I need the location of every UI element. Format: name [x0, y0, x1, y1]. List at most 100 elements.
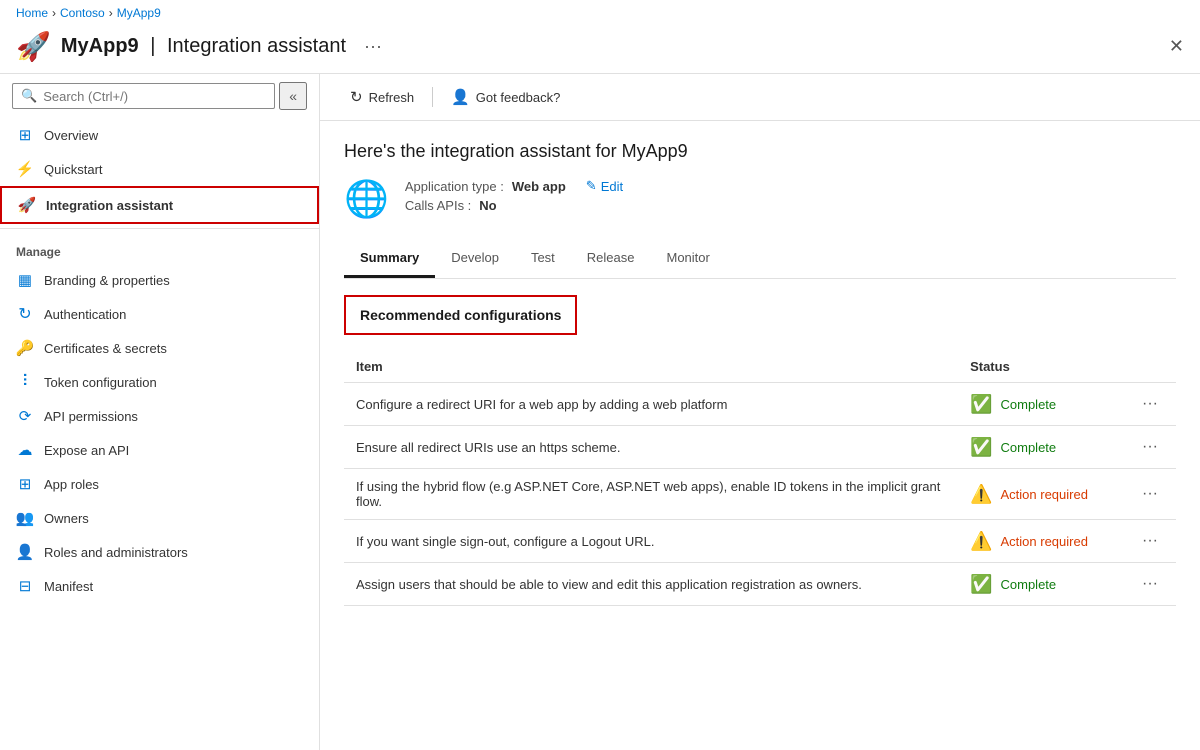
- feedback-button[interactable]: 👤 Got feedback?: [445, 84, 566, 110]
- close-button[interactable]: ✕: [1169, 36, 1184, 57]
- tab-develop[interactable]: Develop: [435, 240, 515, 278]
- sidebar-item-branding[interactable]: ▦ Branding & properties: [0, 263, 319, 297]
- status-text: Action required: [1001, 534, 1088, 549]
- sidebar-item-expose-api[interactable]: ☁ Expose an API: [0, 433, 319, 467]
- table-cell-status: ✅ Complete: [958, 563, 1124, 606]
- app-type-value: Web app: [512, 179, 566, 194]
- status-warning-icon: ⚠️: [970, 531, 992, 552]
- app-info: 🌐 Application type : Web app ✎ Edit Call…: [344, 178, 1176, 220]
- globe-icon: 🌐: [344, 178, 389, 220]
- sidebar-item-integration-assistant[interactable]: 🚀 Integration assistant: [0, 186, 319, 224]
- collapse-sidebar-button[interactable]: «: [279, 82, 307, 110]
- sidebar-item-label: Expose an API: [44, 443, 129, 458]
- sidebar-item-authentication[interactable]: ↻ Authentication: [0, 297, 319, 331]
- authentication-icon: ↻: [16, 305, 34, 323]
- overview-icon: ⊞: [16, 126, 34, 144]
- calls-api-value: No: [479, 198, 496, 213]
- status-text: Complete: [1001, 577, 1057, 592]
- table-cell-item: If you want single sign-out, configure a…: [344, 520, 958, 563]
- row-more-button[interactable]: ···: [1136, 530, 1164, 552]
- config-table: Item Status Configure a redirect URI for…: [344, 351, 1176, 606]
- table-row: If you want single sign-out, configure a…: [344, 520, 1176, 563]
- row-more-button[interactable]: ···: [1136, 393, 1164, 415]
- feedback-label: Got feedback?: [476, 90, 561, 105]
- sidebar-item-label: Quickstart: [44, 162, 103, 177]
- app-type-label: Application type :: [405, 179, 504, 194]
- table-header-status: Status: [958, 351, 1124, 383]
- row-more-button[interactable]: ···: [1136, 573, 1164, 595]
- page-title: Here's the integration assistant for MyA…: [344, 141, 1176, 162]
- sidebar-item-label: API permissions: [44, 409, 138, 424]
- tab-summary[interactable]: Summary: [344, 240, 435, 278]
- content-body: Here's the integration assistant for MyA…: [320, 121, 1200, 626]
- edit-label: Edit: [601, 179, 623, 194]
- breadcrumb-app[interactable]: MyApp9: [117, 6, 161, 20]
- table-cell-actions[interactable]: ···: [1124, 383, 1176, 426]
- table-cell-item: Ensure all redirect URIs use an https sc…: [344, 426, 958, 469]
- sidebar-item-quickstart[interactable]: ⚡ Quickstart: [0, 152, 319, 186]
- calls-api-label: Calls APIs :: [405, 198, 471, 213]
- manage-section-label: Manage: [0, 233, 319, 263]
- content-area: ↻ Refresh 👤 Got feedback? Here's the int…: [320, 74, 1200, 750]
- refresh-button[interactable]: ↻ Refresh: [344, 84, 420, 110]
- row-more-button[interactable]: ···: [1136, 436, 1164, 458]
- manifest-icon: ⊟: [16, 577, 34, 595]
- search-box[interactable]: 🔍: [12, 83, 275, 109]
- search-input[interactable]: [43, 89, 266, 104]
- sidebar-item-app-roles[interactable]: ⊞ App roles: [0, 467, 319, 501]
- table-cell-actions[interactable]: ···: [1124, 563, 1176, 606]
- sidebar-item-api-permissions[interactable]: ⟳ API permissions: [0, 399, 319, 433]
- edit-button[interactable]: ✎ Edit: [586, 178, 623, 194]
- integration-assistant-icon: 🚀: [18, 196, 36, 214]
- expose-api-icon: ☁: [16, 441, 34, 459]
- table-row: If using the hybrid flow (e.g ASP.NET Co…: [344, 469, 1176, 520]
- status-text: Complete: [1001, 440, 1057, 455]
- sidebar-item-label: Overview: [44, 128, 98, 143]
- toolbar: ↻ Refresh 👤 Got feedback?: [320, 74, 1200, 121]
- sidebar-item-label: Owners: [44, 511, 89, 526]
- row-more-button[interactable]: ···: [1136, 483, 1164, 505]
- sidebar-item-label: Integration assistant: [46, 198, 173, 213]
- feedback-icon: 👤: [451, 88, 470, 106]
- refresh-label: Refresh: [369, 90, 415, 105]
- sidebar-item-manifest[interactable]: ⊟ Manifest: [0, 569, 319, 603]
- breadcrumb-contoso[interactable]: Contoso: [60, 6, 105, 20]
- recommended-config-box: Recommended configurations: [344, 295, 577, 335]
- recommended-config-title: Recommended configurations: [360, 307, 561, 323]
- status-complete-icon: ✅: [970, 437, 992, 458]
- edit-icon: ✎: [586, 178, 597, 194]
- sidebar-item-label: Roles and administrators: [44, 545, 188, 560]
- tab-test[interactable]: Test: [515, 240, 571, 278]
- sidebar-item-certificates[interactable]: 🔑 Certificates & secrets: [0, 331, 319, 365]
- table-cell-item: If using the hybrid flow (e.g ASP.NET Co…: [344, 469, 958, 520]
- table-cell-item: Configure a redirect URI for a web app b…: [344, 383, 958, 426]
- sidebar-item-roles-admin[interactable]: 👤 Roles and administrators: [0, 535, 319, 569]
- branding-icon: ▦: [16, 271, 34, 289]
- tab-release[interactable]: Release: [571, 240, 651, 278]
- table-cell-item: Assign users that should be able to view…: [344, 563, 958, 606]
- sidebar-item-overview[interactable]: ⊞ Overview: [0, 118, 319, 152]
- table-row: Configure a redirect URI for a web app b…: [344, 383, 1176, 426]
- sidebar-item-label: Manifest: [44, 579, 93, 594]
- table-cell-actions[interactable]: ···: [1124, 520, 1176, 563]
- status-complete-icon: ✅: [970, 574, 992, 595]
- breadcrumb: Home › Contoso › MyApp9: [0, 0, 1200, 20]
- sidebar-item-owners[interactable]: 👥 Owners: [0, 501, 319, 535]
- status-text: Complete: [1001, 397, 1057, 412]
- table-row: Ensure all redirect URIs use an https sc…: [344, 426, 1176, 469]
- app-details: Application type : Web app ✎ Edit Calls …: [405, 178, 623, 213]
- sidebar-item-label: Certificates & secrets: [44, 341, 167, 356]
- sidebar-item-label: Branding & properties: [44, 273, 170, 288]
- breadcrumb-home[interactable]: Home: [16, 6, 48, 20]
- table-row: Assign users that should be able to view…: [344, 563, 1176, 606]
- sidebar-item-token-config[interactable]: ⫶ Token configuration: [0, 365, 319, 399]
- table-cell-actions[interactable]: ···: [1124, 426, 1176, 469]
- roles-admin-icon: 👤: [16, 543, 34, 561]
- owners-icon: 👥: [16, 509, 34, 527]
- more-options-button[interactable]: ···: [364, 36, 382, 57]
- table-header-actions: [1124, 351, 1176, 383]
- table-cell-actions[interactable]: ···: [1124, 469, 1176, 520]
- tab-monitor[interactable]: Monitor: [651, 240, 726, 278]
- status-text: Action required: [1001, 487, 1088, 502]
- api-permissions-icon: ⟳: [16, 407, 34, 425]
